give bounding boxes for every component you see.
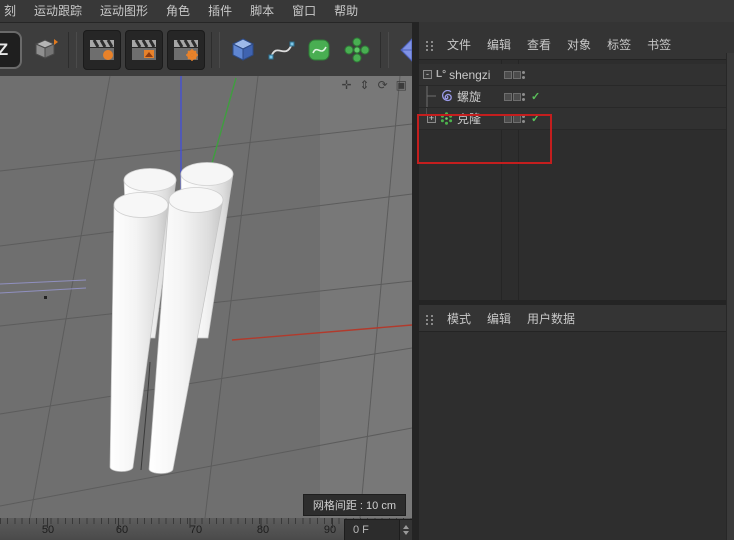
menu-item-script[interactable]: 脚本	[241, 0, 283, 22]
am-menu-mode[interactable]: 模式	[439, 310, 479, 327]
axis-cube-glyph	[34, 38, 58, 59]
render-view-icon[interactable]	[83, 29, 121, 70]
om-menu-bookmarks[interactable]: 书签	[639, 36, 679, 53]
menu-item-plugins[interactable]: 插件	[199, 0, 241, 22]
right-panel: 文件 编辑 查看 对象 标签 书签 - L° shengzi 螺旋 ✓ + 克隆…	[417, 22, 734, 540]
panel-grip-icon[interactable]	[426, 315, 435, 326]
layer-toggle[interactable]	[504, 114, 521, 123]
rotate-icon[interactable]: ⟳	[378, 79, 388, 91]
menubar: 刻 运动跟踪 运动图形 角色 插件 脚本 窗口 帮助	[0, 0, 734, 23]
grid-spacing-badge: 网格间距 : 10 cm	[302, 494, 406, 516]
spinner-down-icon[interactable]	[403, 531, 409, 535]
om-menu-file[interactable]: 文件	[439, 36, 479, 53]
current-frame-value: 0 F	[353, 524, 369, 536]
om-menu-view[interactable]: 查看	[519, 36, 559, 53]
layer-toggle[interactable]	[504, 70, 521, 79]
app-logo-icon[interactable]: Z	[0, 30, 22, 69]
ruler-tick-label: 60	[115, 524, 129, 536]
dolly-icon[interactable]: ⇕	[360, 79, 370, 91]
toolbar-separator	[380, 31, 389, 68]
app-logo-letter: Z	[0, 39, 9, 59]
panel-divider[interactable]	[412, 22, 419, 540]
ruler-tick-label: 90	[323, 524, 337, 536]
enable-checkmark[interactable]: ✓	[531, 112, 540, 125]
object-label: 克隆	[457, 112, 482, 126]
object-row-helix[interactable]: 螺旋 ✓	[419, 86, 734, 108]
add-cube-primitive-glyph	[231, 37, 255, 61]
visibility-dots[interactable]	[522, 70, 525, 79]
attribute-manager-body	[419, 332, 734, 540]
ruler-tick-label: 80	[256, 524, 270, 536]
ruler-tick-label: 50	[41, 524, 55, 536]
menu-item-window[interactable]: 窗口	[283, 0, 325, 22]
toggle-view-icon[interactable]: ▣	[396, 79, 407, 91]
enable-checkmark[interactable]: ✓	[531, 90, 540, 103]
am-menu-user-data[interactable]: 用户数据	[519, 310, 583, 327]
draw-spline-icon[interactable]	[262, 29, 300, 71]
layer-toggle[interactable]	[504, 92, 521, 101]
viewport-canvas[interactable]	[0, 76, 412, 518]
origin-dot	[44, 296, 47, 299]
subdivision-surface-icon[interactable]	[300, 29, 338, 71]
object-label: 螺旋	[457, 90, 482, 104]
om-menu-edit[interactable]: 编辑	[479, 36, 519, 53]
axis-cube-icon[interactable]	[26, 29, 64, 71]
om-menu-objects[interactable]: 对象	[559, 36, 599, 53]
attribute-manager-menubar: 模式 编辑 用户数据	[419, 305, 734, 332]
pan-icon[interactable]: ✛	[341, 79, 351, 91]
cloner-object-icon	[440, 112, 453, 125]
object-label: shengzi	[449, 67, 491, 82]
menu-item-motion-tracker[interactable]: 运动跟踪	[25, 0, 91, 22]
render-settings-glyph	[174, 38, 198, 61]
visibility-dots[interactable]	[522, 92, 525, 101]
panel-grip-icon[interactable]	[426, 41, 435, 52]
object-row-shengzi[interactable]: - L° shengzi	[419, 64, 734, 86]
am-menu-edit[interactable]: 编辑	[479, 310, 519, 327]
app-window: 刻 运动跟踪 运动图形 角色 插件 脚本 窗口 帮助 Z ✛ ⇕ ⟳ ▣ 网格间…	[0, 0, 734, 540]
menu-item-character[interactable]: 角色	[157, 0, 199, 22]
subdivision-surface-glyph	[308, 39, 330, 60]
render-picture-viewer-icon[interactable]	[125, 29, 163, 70]
object-manager-list: - L° shengzi 螺旋 ✓ + 克隆 ✓	[417, 60, 734, 300]
object-row-cloner[interactable]: + 克隆 ✓	[419, 108, 734, 130]
viewport-nav-icons: ✛ ⇕ ⟳ ▣	[341, 79, 407, 91]
add-cube-primitive-icon[interactable]	[224, 29, 262, 71]
toolbar-separator	[68, 31, 77, 68]
render-view-glyph	[90, 38, 114, 60]
mograph-cross-icon[interactable]	[338, 29, 376, 71]
draw-spline-glyph	[268, 41, 295, 59]
menu-item-mograph[interactable]: 运动图形	[91, 0, 157, 22]
tree-branch-line	[426, 86, 436, 107]
toolbar: Z	[0, 23, 412, 76]
viewport[interactable]: ✛ ⇕ ⟳ ▣ 网格间距 : 10 cm	[0, 76, 412, 518]
toolbar-separator	[211, 31, 220, 68]
visibility-dots[interactable]	[522, 114, 525, 123]
object-manager-menubar: 文件 编辑 查看 对象 标签 书签	[419, 22, 734, 60]
spinner-up-icon[interactable]	[403, 525, 409, 529]
polygon-object-icon[interactable]	[393, 29, 412, 71]
null-object-icon: L°	[436, 69, 447, 80]
menu-item-help[interactable]: 帮助	[325, 0, 367, 22]
current-frame-field[interactable]: 0 F	[344, 519, 413, 540]
polygon-object-glyph	[400, 37, 412, 62]
expand-toggle[interactable]: +	[427, 114, 436, 123]
mograph-cross-glyph	[344, 37, 370, 62]
panel-scrollbar[interactable]	[726, 53, 734, 540]
frame-spinner[interactable]	[399, 520, 412, 540]
render-settings-icon[interactable]	[167, 29, 205, 70]
om-menu-tags[interactable]: 标签	[599, 36, 639, 53]
ruler-tick-label: 70	[189, 524, 203, 536]
render-picture-viewer-glyph	[132, 38, 156, 60]
expand-toggle[interactable]: -	[423, 70, 432, 79]
helix-spline-icon	[440, 90, 453, 103]
menu-item-sculpt[interactable]: 刻	[0, 0, 25, 22]
